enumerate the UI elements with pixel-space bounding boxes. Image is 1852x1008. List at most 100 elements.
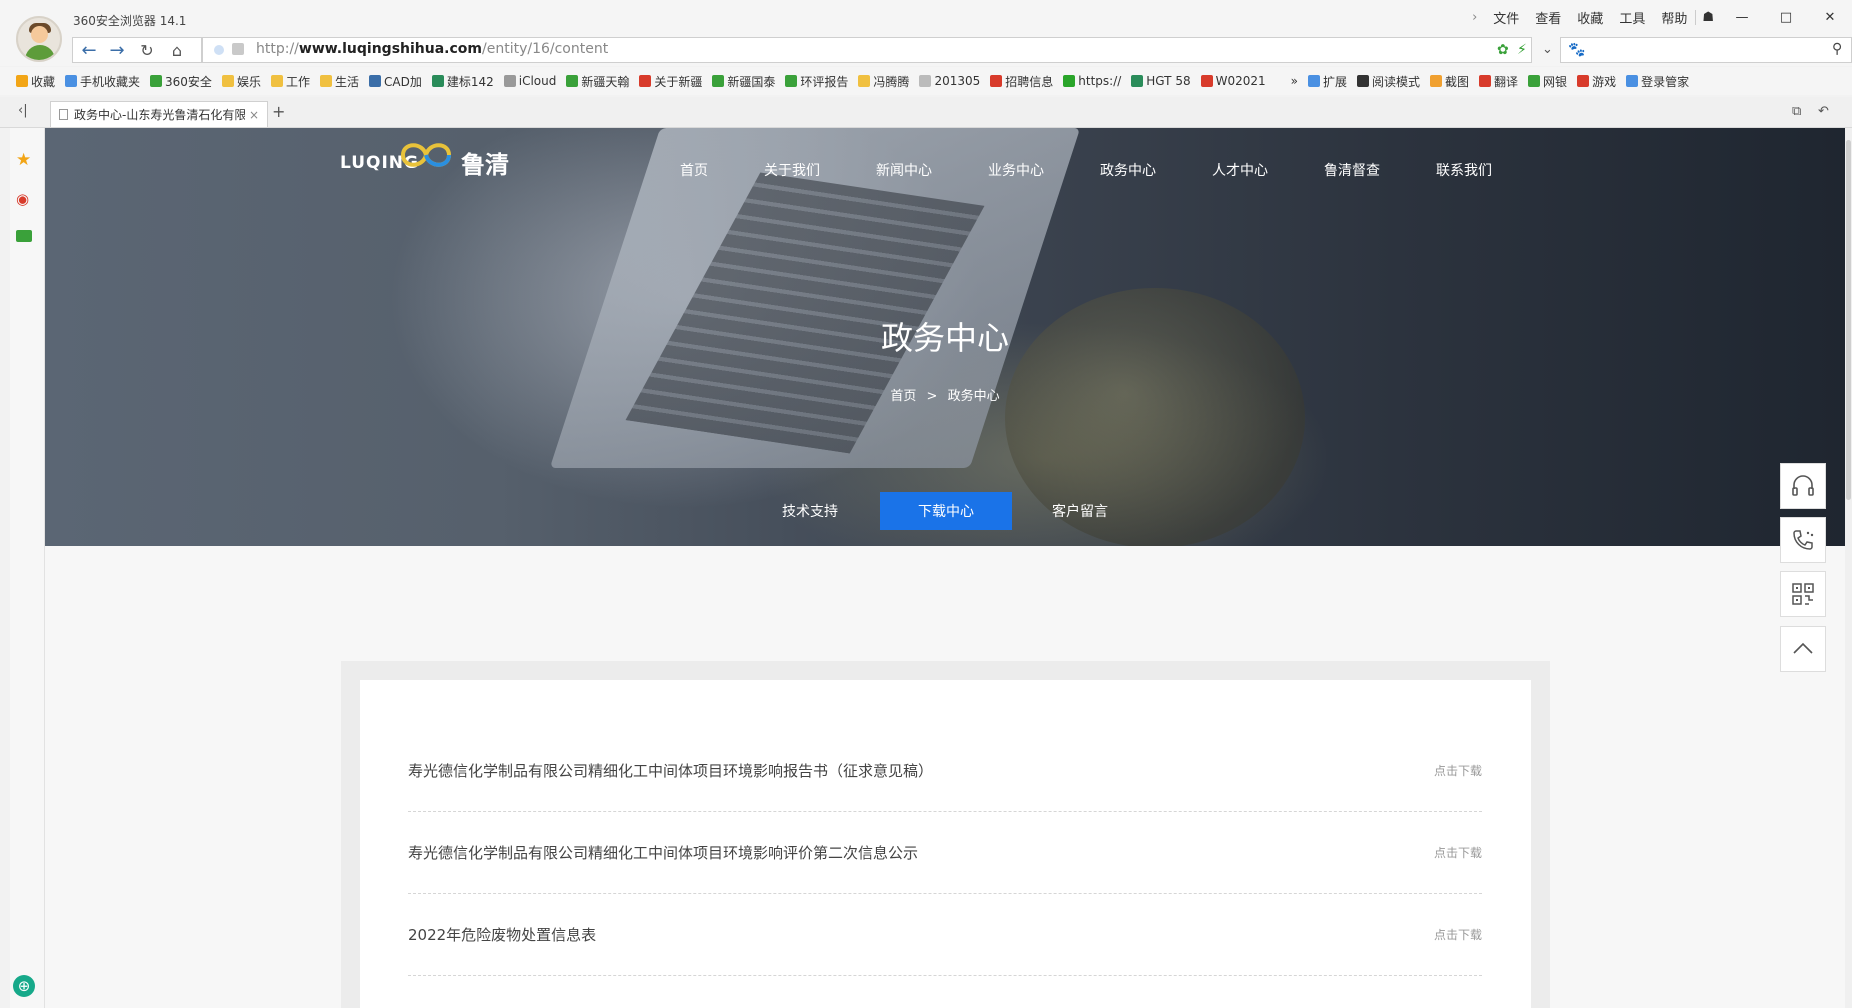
bookmark-icon	[1200, 75, 1213, 87]
address-dropdown-icon[interactable]: ⌄	[1542, 42, 1553, 57]
favorites-star-icon[interactable]: ★	[16, 150, 31, 170]
menu-file[interactable]: 文件	[1485, 8, 1527, 27]
user-avatar[interactable]	[16, 16, 62, 62]
certificate-icon[interactable]	[232, 43, 244, 55]
bookmark-item[interactable]: 201305	[919, 74, 980, 88]
menu-favorites[interactable]: 收藏	[1569, 8, 1611, 27]
download-link[interactable]: 点击下载	[1434, 844, 1482, 861]
bookmark-item[interactable]: 建标142	[431, 73, 494, 90]
breadcrumb-home[interactable]: 首页	[890, 389, 916, 404]
bookmark-item[interactable]: 网银	[1528, 73, 1567, 90]
download-title[interactable]: 寿光德信化学制品有限公司精细化工中间体项目环境影响报告书（征求意见稿）	[408, 760, 933, 781]
compat-mode-icon[interactable]: ✿	[1497, 42, 1509, 58]
bookmark-item[interactable]: 翻译	[1479, 73, 1518, 90]
bookmark-item[interactable]: 收藏	[16, 73, 55, 90]
bookmark-icon	[319, 75, 332, 87]
bookmark-item[interactable]: 生活	[319, 73, 359, 90]
bookmark-item[interactable]: CAD加	[368, 73, 422, 90]
bookmark-item[interactable]: HGT 58	[1131, 74, 1191, 88]
bookmark-item[interactable]: 关于新疆	[639, 73, 702, 90]
qrcode-icon	[1792, 583, 1814, 605]
download-row[interactable]: 2022年危险废物处置信息表 点击下载	[408, 894, 1482, 976]
subtab-download-center[interactable]: 下载中心	[880, 492, 1012, 530]
nav-home[interactable]: 首页	[680, 160, 708, 180]
bookmark-item[interactable]: 截图	[1430, 73, 1469, 90]
maximize-button[interactable]: □	[1764, 10, 1808, 25]
menu-help[interactable]: 帮助	[1653, 8, 1695, 27]
bookmark-icon	[785, 75, 798, 87]
speed-mode-icon[interactable]: ⚡	[1517, 42, 1527, 58]
nav-contact[interactable]: 联系我们	[1436, 160, 1492, 180]
customer-service-button[interactable]	[1780, 463, 1826, 509]
mail-icon[interactable]	[16, 230, 32, 242]
bookmark-item[interactable]: 游戏	[1577, 73, 1616, 90]
phone-button[interactable]	[1780, 517, 1826, 563]
site-logo[interactable]: LUQING 鲁清	[340, 142, 509, 180]
minimize-button[interactable]: —	[1720, 10, 1764, 25]
menu-view[interactable]: 查看	[1527, 8, 1569, 27]
bookmark-item[interactable]: 登录管家	[1626, 73, 1689, 90]
bookmark-item[interactable]: 手机收藏夹	[65, 73, 140, 90]
bookmark-item[interactable]: 阅读模式	[1357, 73, 1420, 90]
bookmark-icon	[431, 75, 444, 87]
nav-about[interactable]: 关于我们	[764, 160, 820, 180]
download-title[interactable]: 寿光德信化学制品有限公司精细化工中间体项目环境影响评价第二次信息公示	[408, 842, 918, 863]
download-title[interactable]: 2022年危险废物处置信息表	[408, 924, 596, 945]
tab-list-icon[interactable]: ‹|	[18, 103, 28, 118]
refresh-icon[interactable]: ↻	[134, 38, 160, 62]
bookmark-item[interactable]: 360安全	[150, 73, 212, 90]
bookmark-item[interactable]: 冯腾腾	[858, 73, 909, 90]
qrcode-button[interactable]	[1780, 571, 1826, 617]
sidebar-add-icon[interactable]: ⊕	[13, 975, 35, 997]
restore-tab-icon[interactable]: ⧉	[1792, 104, 1801, 119]
bookmark-item[interactable]: W02021	[1200, 74, 1266, 88]
back-to-top-button[interactable]	[1780, 626, 1826, 672]
url-text[interactable]: http://www.luqingshihua.com/entity/16/co…	[256, 41, 608, 57]
bookmark-item[interactable]: https://	[1063, 74, 1121, 88]
nav-business[interactable]: 业务中心	[988, 160, 1044, 180]
download-row[interactable]: 寿光德信化学制品有限公司精细化工中间体项目环境影响评价第二次信息公示 点击下载	[408, 812, 1482, 894]
nav-government[interactable]: 政务中心	[1100, 160, 1156, 180]
bookmarks-bar: 收藏 手机收藏夹 360安全 娱乐 工作 生活 CAD加 建标142 iCloud 新疆天翰 关于新…	[0, 67, 1852, 95]
subtab-tech-support[interactable]: 技术支持	[744, 492, 876, 530]
tab-close-icon[interactable]: ×	[249, 108, 259, 122]
search-input[interactable]	[1560, 37, 1852, 63]
nav-news[interactable]: 新闻中心	[876, 160, 932, 180]
subtab-customer-message[interactable]: 客户留言	[1014, 492, 1146, 530]
bookmark-icon	[221, 75, 234, 87]
forward-arrow-icon[interactable]: →	[104, 38, 130, 62]
menu-arrow-icon[interactable]: ›	[1464, 10, 1485, 25]
search-engine-icon[interactable]: 🐾	[1568, 42, 1585, 58]
bookmark-item[interactable]: iCloud	[503, 74, 556, 88]
bookmark-item[interactable]: 娱乐	[221, 73, 261, 90]
weibo-icon[interactable]: ◉	[16, 190, 29, 208]
back-arrow-icon[interactable]: ←	[76, 38, 102, 62]
close-window-button[interactable]: ✕	[1808, 10, 1852, 25]
menu-tools[interactable]: 工具	[1611, 8, 1653, 27]
bookmark-icon	[566, 75, 579, 87]
download-link[interactable]: 点击下载	[1434, 926, 1482, 943]
scrollbar-thumb[interactable]	[1846, 140, 1851, 500]
nav-talent[interactable]: 人才中心	[1212, 160, 1268, 180]
bookmark-item[interactable]: 新疆国泰	[712, 73, 775, 90]
home-icon[interactable]: ⌂	[164, 38, 190, 62]
undo-close-icon[interactable]: ↶	[1818, 104, 1829, 119]
browser-tab-active[interactable]: 政务中心-山东寿光鲁清石化有限 ×	[50, 101, 268, 127]
bookmark-item[interactable]: 新疆天翰	[566, 73, 629, 90]
download-row[interactable]: 寿光德信化学制品有限公司精细化工中间体项目环境影响报告书（征求意见稿） 点击下载	[408, 730, 1482, 812]
bookmark-item[interactable]: 扩展	[1307, 73, 1347, 90]
bookmark-icon	[1479, 75, 1492, 87]
bookmark-icon	[368, 75, 381, 87]
skin-icon[interactable]: ☗	[1695, 9, 1720, 25]
search-icon[interactable]: ⚲	[1832, 41, 1842, 57]
phone-icon	[1793, 530, 1814, 550]
download-link[interactable]: 点击下载	[1434, 762, 1482, 779]
bookmark-item[interactable]: »	[1275, 74, 1298, 88]
new-tab-button[interactable]: +	[272, 102, 285, 121]
bookmark-item[interactable]: 工作	[270, 73, 310, 90]
bookmark-icon	[712, 75, 725, 87]
bookmark-item[interactable]: 环评报告	[785, 73, 848, 90]
bookmark-item[interactable]: 招聘信息	[990, 73, 1053, 90]
headset-icon	[1792, 475, 1814, 496]
nav-inspection[interactable]: 鲁清督查	[1324, 160, 1380, 180]
